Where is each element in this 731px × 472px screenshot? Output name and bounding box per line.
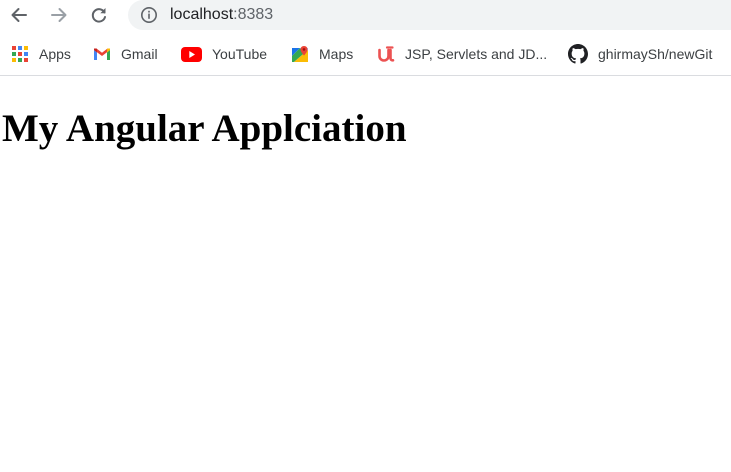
bookmark-label: YouTube bbox=[212, 46, 268, 62]
reload-button[interactable] bbox=[86, 2, 112, 28]
address-url[interactable]: localhost:8383 bbox=[170, 5, 273, 25]
bookmark-label: Maps bbox=[319, 46, 354, 62]
bookmark-label: Gmail bbox=[121, 46, 158, 62]
forward-button[interactable] bbox=[46, 2, 72, 28]
bookmark-github[interactable]: ghirmaySh/newGit bbox=[568, 43, 712, 65]
bookmarks-bar: Apps Gmail YouTube Maps JSP, Servlets an… bbox=[0, 32, 731, 76]
maps-icon bbox=[291, 45, 309, 63]
browser-toolbar: localhost:8383 bbox=[0, 0, 731, 32]
bookmark-maps[interactable]: Maps bbox=[291, 43, 353, 65]
github-icon bbox=[568, 44, 588, 64]
arrow-left-icon bbox=[11, 8, 27, 22]
youtube-icon bbox=[181, 45, 202, 63]
bookmark-apps[interactable]: Apps bbox=[11, 43, 71, 65]
back-button[interactable] bbox=[6, 2, 32, 28]
info-icon[interactable] bbox=[140, 6, 158, 24]
bookmark-udemy[interactable]: JSP, Servlets and JD... bbox=[377, 43, 547, 65]
address-host: localhost bbox=[170, 6, 234, 23]
address-bar[interactable]: localhost:8383 bbox=[128, 0, 731, 30]
bookmark-label: Apps bbox=[39, 46, 71, 62]
udemy-icon bbox=[377, 45, 395, 63]
apps-grid-icon bbox=[11, 45, 29, 63]
arrow-right-icon bbox=[51, 8, 67, 22]
address-port: :8383 bbox=[233, 6, 274, 23]
gmail-icon bbox=[93, 45, 111, 63]
bookmark-youtube[interactable]: YouTube bbox=[181, 43, 267, 65]
page-content: My Angular Applciation bbox=[0, 76, 731, 472]
bookmark-label: JSP, Servlets and JD... bbox=[405, 46, 548, 62]
bookmark-gmail[interactable]: Gmail bbox=[93, 43, 158, 65]
bookmark-label: ghirmaySh/newGit bbox=[598, 46, 713, 62]
reload-icon bbox=[91, 8, 106, 23]
page-title: My Angular Applciation bbox=[2, 107, 407, 150]
